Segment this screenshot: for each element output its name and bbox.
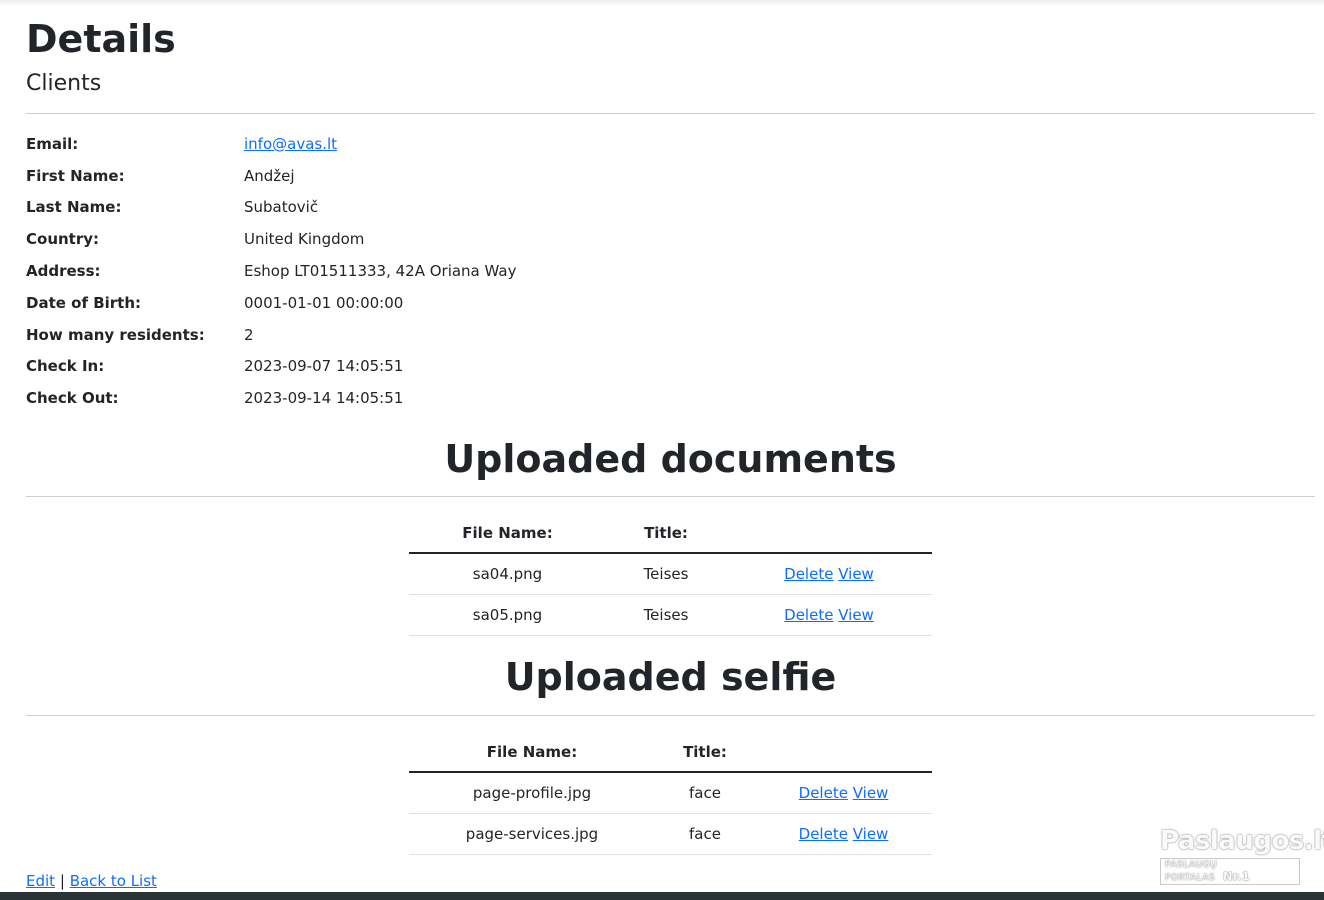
detail-row-check-in: Check In: 2023-09-07 14:05:51 xyxy=(26,351,826,383)
footer-bar xyxy=(0,892,1324,900)
watermark-badge: Nr.1 xyxy=(1223,870,1251,883)
title-cell: Teises xyxy=(606,594,726,636)
email-link[interactable]: info@avas.lt xyxy=(244,135,337,153)
table-row: sa04.png Teises Delete View xyxy=(409,553,932,595)
detail-row-date-of-birth: Date of Birth: 0001-01-01 00:00:00 xyxy=(26,287,826,319)
column-header-actions xyxy=(755,733,932,773)
file-name-cell: sa05.png xyxy=(409,594,606,636)
detail-label: Country: xyxy=(26,230,100,249)
documents-table: File Name: Title: sa04.png Teises Delete… xyxy=(409,514,932,636)
view-link[interactable]: View xyxy=(838,606,874,624)
page-subtitle: Clients xyxy=(26,71,102,96)
divider xyxy=(26,496,1315,497)
table-row: page-services.jpg face Delete View xyxy=(409,813,932,855)
detail-row-first-name: First Name: Andžej xyxy=(26,160,826,192)
view-link[interactable]: View xyxy=(838,565,874,583)
delete-link[interactable]: Delete xyxy=(799,784,848,802)
detail-value: Subatovič xyxy=(244,198,319,217)
detail-label: Check In: xyxy=(26,357,105,376)
actions-cell: Delete View xyxy=(755,772,932,814)
column-header-file-name: File Name: xyxy=(409,514,606,554)
detail-value: Eshop LT01511333, 42A Oriana Way xyxy=(244,262,517,281)
detail-label: How many residents: xyxy=(26,325,205,344)
detail-row-address: Address: Eshop LT01511333, 42A Oriana Wa… xyxy=(26,255,826,287)
detail-value: 0001-01-01 00:00:00 xyxy=(244,293,404,312)
top-shadow xyxy=(0,0,1324,6)
detail-label: Email: xyxy=(26,134,79,153)
actions-cell: Delete View xyxy=(726,594,932,636)
actions-cell: Delete View xyxy=(755,813,932,855)
divider xyxy=(26,715,1315,716)
column-header-file-name: File Name: xyxy=(409,733,655,773)
detail-row-email: Email: info@avas.lt xyxy=(26,128,826,160)
table-row: page-profile.jpg face Delete View xyxy=(409,772,932,814)
selfie-table: File Name: Title: page-profile.jpg face … xyxy=(409,733,932,855)
detail-value: 2023-09-07 14:05:51 xyxy=(244,357,404,376)
detail-label: Date of Birth: xyxy=(26,293,142,312)
view-link[interactable]: View xyxy=(853,825,889,843)
detail-row-residents: How many residents: 2 xyxy=(26,319,826,351)
delete-link[interactable]: Delete xyxy=(799,825,848,843)
detail-label: Last Name: xyxy=(26,198,122,217)
detail-label: Check Out: xyxy=(26,389,119,408)
link-separator: | xyxy=(59,872,65,890)
watermark-tagline: PASLAUGŲ PORTALAS xyxy=(1165,860,1218,883)
delete-link[interactable]: Delete xyxy=(784,606,833,624)
details-list: Email: info@avas.lt First Name: Andžej L… xyxy=(26,128,826,414)
divider xyxy=(26,113,1315,114)
delete-link[interactable]: Delete xyxy=(784,565,833,583)
detail-value: 2023-09-14 14:05:51 xyxy=(244,389,404,408)
table-header-row: File Name: Title: xyxy=(409,514,932,554)
edit-link[interactable]: Edit xyxy=(26,872,55,890)
file-name-cell: sa04.png xyxy=(409,553,606,595)
back-to-list-link[interactable]: Back to List xyxy=(70,872,157,890)
documents-heading: Uploaded documents xyxy=(444,437,897,481)
watermark-logo: Paslaugos.lt PASLAUGŲ PORTALAS Nr.1 xyxy=(1160,826,1324,885)
title-cell: Teises xyxy=(606,553,726,595)
page-title: Details xyxy=(26,17,176,61)
watermark-tagline-box: PASLAUGŲ PORTALAS Nr.1 xyxy=(1160,858,1300,885)
column-header-actions xyxy=(726,514,932,554)
file-name-cell: page-profile.jpg xyxy=(409,772,655,814)
column-header-title: Title: xyxy=(655,733,755,773)
detail-row-last-name: Last Name: Subatovič xyxy=(26,192,826,224)
actions-cell: Delete View xyxy=(726,553,932,595)
watermark-brand: Paslaugos.lt xyxy=(1160,826,1324,856)
view-link[interactable]: View xyxy=(853,784,889,802)
footer-links: Edit | Back to List xyxy=(26,872,157,890)
table-header-row: File Name: Title: xyxy=(409,733,932,773)
table-row: sa05.png Teises Delete View xyxy=(409,594,932,636)
title-cell: face xyxy=(655,813,755,855)
column-header-title: Title: xyxy=(606,514,726,554)
detail-value: 2 xyxy=(244,325,254,344)
detail-row-check-out: Check Out: 2023-09-14 14:05:51 xyxy=(26,382,826,414)
detail-row-country: Country: United Kingdom xyxy=(26,223,826,255)
detail-label: First Name: xyxy=(26,166,125,185)
file-name-cell: page-services.jpg xyxy=(409,813,655,855)
selfie-heading: Uploaded selfie xyxy=(504,655,837,699)
title-cell: face xyxy=(655,772,755,814)
detail-label: Address: xyxy=(26,262,101,281)
detail-value: Andžej xyxy=(244,166,295,185)
detail-value: United Kingdom xyxy=(244,230,365,249)
